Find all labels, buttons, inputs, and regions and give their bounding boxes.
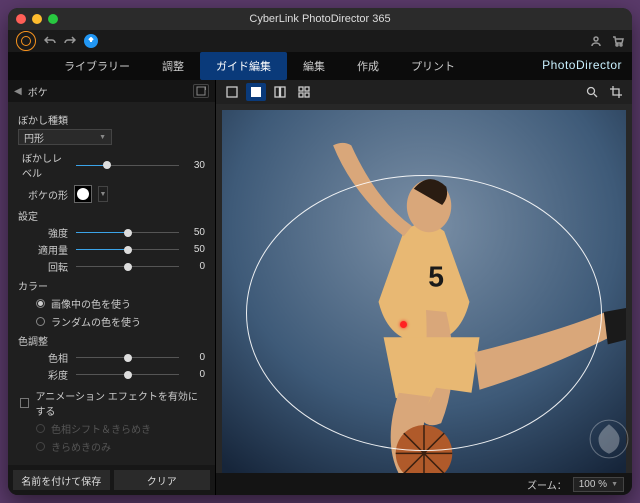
checkbox-icon [20,398,29,408]
ellipse-center-handle[interactable] [400,321,407,328]
sat-slider[interactable] [76,370,179,380]
brand-label: PhotoDirector [542,58,622,72]
intensity-row: 強度 50 [18,225,205,240]
tab-library[interactable]: ライブラリー [48,52,146,80]
module-nav: ライブラリー 調整 ガイド編集 編集 作成 プリント PhotoDirector [8,52,632,80]
grid-view-icon[interactable] [294,83,314,101]
radio-icon [36,317,45,326]
amount-label: 適用量 [18,242,70,257]
anim-shift-row: 色相シフト＆きらめき [36,421,205,436]
rotate-slider[interactable] [76,262,179,272]
clear-button[interactable]: クリア [114,470,211,490]
app-window: CyberLink PhotoDirector 365 ライブラリー 調整 ガイ… [8,8,632,495]
bokeh-shape-caret-icon[interactable]: ▼ [98,186,108,202]
sat-value: 0 [185,369,205,380]
anim-shift-label: 色相シフト＆きらめき [51,421,151,436]
blur-type-dropdown[interactable]: 円形 ▼ [18,129,112,145]
rotate-value: 0 [185,261,205,272]
cloud-sync-icon[interactable] [84,34,98,48]
zoom-value: 100 % [579,479,607,490]
color-section-label: カラー [18,278,205,293]
anim-sparkle-row: きらめきのみ [36,439,205,454]
tab-create[interactable]: 作成 [341,52,395,80]
amount-value: 50 [185,244,205,255]
editor-footer: ズーム： 100 % ▼ [216,473,632,495]
tab-adjust[interactable]: 調整 [146,52,200,80]
intensity-label: 強度 [18,225,70,240]
tab-print[interactable]: プリント [395,52,471,80]
effects-panel: ◀ ボケ ぼかし種類 円形 ▼ ぼかしレベル 30 [8,80,216,495]
panel-body: ぼかし種類 円形 ▼ ぼかしレベル 30 ボケの形 ▼ 設 [8,102,215,465]
settings-label: 設定 [18,208,205,223]
split-view-icon[interactable] [270,83,290,101]
radio-icon [36,424,45,433]
anim-sparkle-label: きらめきのみ [51,439,111,454]
main-area: ◀ ボケ ぼかし種類 円形 ▼ ぼかしレベル 30 [8,80,632,495]
caret-down-icon: ▼ [99,134,106,141]
zoom-tool-icon[interactable] [582,83,602,101]
enable-animation-label: アニメーション エフェクトを有効にする [35,388,205,418]
panel-title: ボケ [28,84,187,99]
image-canvas[interactable]: 5 [222,110,626,473]
amount-row: 適用量 50 [18,242,205,257]
tab-edit[interactable]: 編集 [287,52,341,80]
reset-icon[interactable] [193,84,209,98]
amount-slider[interactable] [76,245,179,255]
titlebar: CyberLink PhotoDirector 365 [8,8,632,30]
window-title: CyberLink PhotoDirector 365 [8,13,632,25]
blur-level-slider[interactable] [76,160,179,170]
use-image-color-label: 画像中の色を使う [51,296,131,311]
redo-icon[interactable] [64,35,76,47]
blur-level-label: ぼかしレベル [18,150,70,180]
tab-guided[interactable]: ガイド編集 [200,52,287,80]
panel-header: ◀ ボケ [8,80,215,102]
bokeh-focus-ellipse[interactable] [246,175,602,451]
radio-icon [36,299,45,308]
use-random-color-row[interactable]: ランダムの色を使う [36,314,205,329]
intensity-slider[interactable] [76,228,179,238]
bokeh-shape-row: ボケの形 ▼ [28,185,205,203]
fit-view-icon[interactable] [222,83,242,101]
enable-animation-row[interactable]: アニメーション エフェクトを有効にする [20,388,205,418]
blur-type-value: 円形 [24,130,44,145]
sat-label: 彩度 [18,367,70,382]
rotate-row: 回転 0 [18,259,205,274]
save-as-button[interactable]: 名前を付けて保存 [13,470,110,490]
editor-area: 5 [216,80,632,495]
editor-toolbar [216,80,632,104]
blur-level-row: ぼかしレベル 30 [18,150,205,180]
sat-row: 彩度 0 [18,367,205,382]
watermark-icon [588,418,630,465]
bokeh-shape-swatch[interactable] [74,185,92,203]
bokeh-shape-label: ボケの形 [28,187,68,202]
single-view-icon[interactable] [246,83,266,101]
crop-tool-icon[interactable] [606,83,626,101]
panel-footer: 名前を付けて保存 クリア [8,465,215,495]
rotate-label: 回転 [18,259,70,274]
cart-icon[interactable] [612,35,624,47]
user-account-icon[interactable] [590,35,602,47]
color-adjust-label: 色調整 [18,333,205,348]
hue-row: 色相 0 [18,350,205,365]
use-image-color-row[interactable]: 画像中の色を使う [36,296,205,311]
back-icon[interactable]: ◀ [14,86,22,97]
hue-value: 0 [185,352,205,363]
app-logo-icon[interactable] [16,31,36,51]
blur-level-value: 30 [185,160,205,171]
use-random-color-label: ランダムの色を使う [51,314,141,329]
caret-down-icon: ▼ [611,481,618,488]
zoom-label: ズーム： [527,477,567,492]
intensity-value: 50 [185,227,205,238]
undo-icon[interactable] [44,35,56,47]
hue-slider[interactable] [76,353,179,363]
radio-icon [36,442,45,451]
hue-label: 色相 [18,350,70,365]
zoom-select[interactable]: 100 % ▼ [573,477,624,492]
blur-type-label: ぼかし種類 [18,112,205,127]
quick-toolbar [8,30,632,52]
